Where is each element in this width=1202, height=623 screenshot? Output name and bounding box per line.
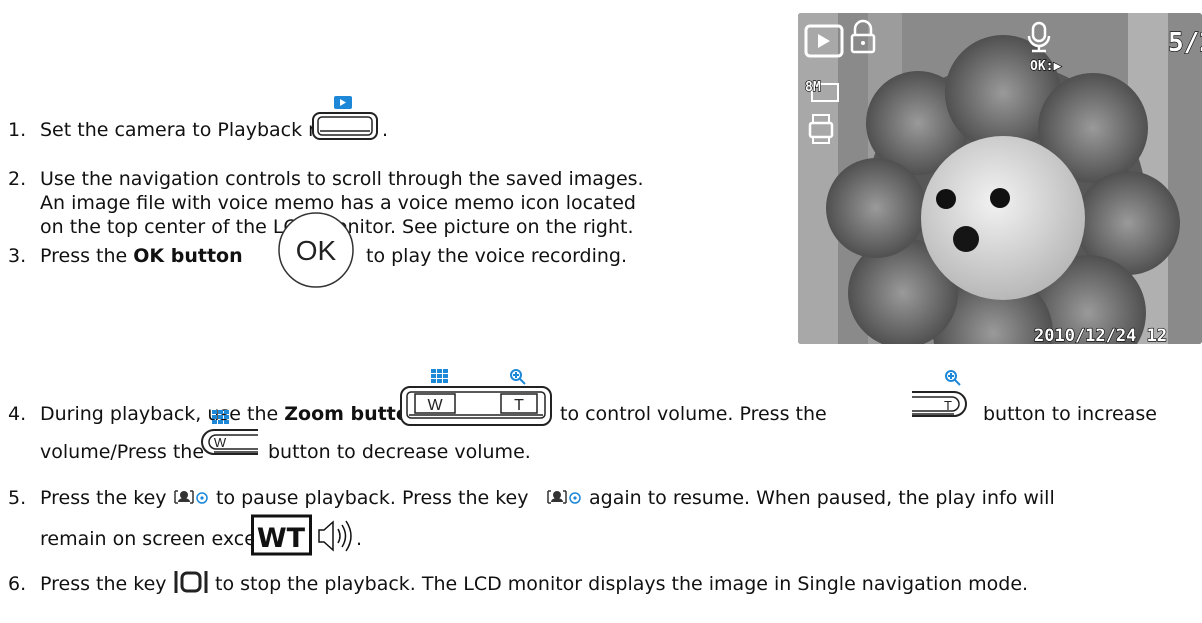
lcd-screen: OK:▶ 5/2 8M 2010/12/24 12 xyxy=(798,13,1202,344)
lcd-monitor-preview: OK:▶ 5/2 8M 2010/12/24 12 xyxy=(798,13,1202,344)
svg-text:T: T xyxy=(514,397,524,414)
step-number: 2. xyxy=(8,168,27,190)
step-6: 6. Press the key xyxy=(8,571,167,597)
step-2-line-1: 2. Use the navigation controls to scroll … xyxy=(8,166,644,192)
step-number: 1. xyxy=(8,119,27,141)
step-4-mid: to control volume. Press the xyxy=(560,403,827,425)
step-3: 3. Press the OK button xyxy=(8,243,243,269)
date-time-stamp: 2010/12/24 12 xyxy=(1034,326,1167,344)
zoom-in-icon xyxy=(510,369,526,385)
step-5-line-1: 5. Press the key xyxy=(8,485,167,511)
step-text: Press the key xyxy=(40,487,167,509)
step-1: 1. Set the camera to Playback mode xyxy=(8,117,362,143)
step-5-mid: to pause playback. Press the key xyxy=(216,487,529,509)
zoom-buttons-icon: W T xyxy=(400,369,552,426)
step-text: Use the navigation controls to scroll th… xyxy=(40,168,644,190)
ok-icon-label: OK xyxy=(296,235,337,266)
image-counter: 5/2 xyxy=(1168,28,1202,58)
ok-play-label: OK:▶ xyxy=(1030,59,1061,74)
zoom-t-button-icon: T xyxy=(912,370,967,417)
step-6-tail: to stop the playback. The LCD monitor di… xyxy=(215,573,1029,595)
speaker-icon xyxy=(318,520,352,552)
svg-text:W: W xyxy=(214,435,227,450)
step-number: 4. xyxy=(8,403,27,425)
svg-text:WT: WT xyxy=(257,523,306,554)
svg-text:W: W xyxy=(427,397,443,414)
step-4-line-2: volume/Press the xyxy=(40,441,205,463)
step-5-tail: again to resume. When paused, the play i… xyxy=(589,487,1055,509)
step-text: Press the xyxy=(40,245,134,267)
svg-text:T: T xyxy=(944,398,952,413)
step-text: Press the key xyxy=(40,573,167,595)
playback-mode-button-icon xyxy=(312,96,378,140)
step-number: 3. xyxy=(8,245,27,267)
step-5-line-2: remain on screen except xyxy=(40,528,276,550)
step-3-tail: to play the voice recording. xyxy=(366,245,628,267)
step-number: 5. xyxy=(8,487,27,509)
voice-play-pause-key-icon xyxy=(547,490,581,504)
wt-volume-indicator-icon: WT xyxy=(251,514,352,556)
step-number: 6. xyxy=(8,573,27,595)
step-4-tail: button to increase xyxy=(983,403,1157,425)
ok-button-icon: OK xyxy=(278,212,354,288)
voice-play-pause-key-icon xyxy=(174,490,208,504)
stop-key-icon xyxy=(174,571,208,593)
step-1-period: . xyxy=(382,119,389,141)
step-5-line-2-end: . xyxy=(356,528,363,550)
ok-button-term: OK button xyxy=(133,245,243,267)
step-4-line-2-tail: button to decrease volume. xyxy=(268,441,531,463)
svg-text:8M: 8M xyxy=(805,80,821,95)
zoom-w-button-icon: W xyxy=(201,410,258,455)
